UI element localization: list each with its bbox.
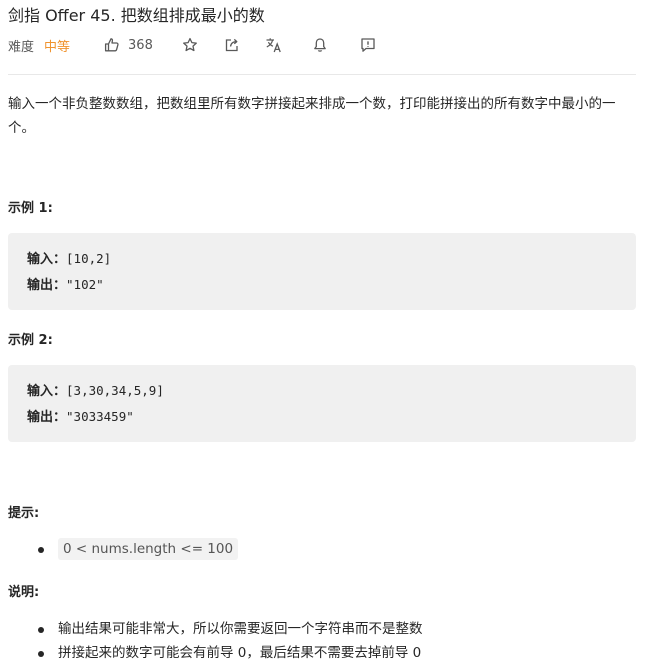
- output-value: "3033459": [66, 409, 134, 424]
- subscribe-button[interactable]: [309, 34, 331, 56]
- like-count: 368: [128, 37, 153, 53]
- difficulty-label: 难度: [8, 39, 35, 55]
- difficulty-badge: 中等: [44, 39, 71, 55]
- share-button[interactable]: [221, 34, 243, 56]
- translate-icon: [266, 38, 281, 53]
- input-label: 输入：: [27, 252, 67, 267]
- example-2-block: 输入：[3,30,34,5,9] 输出："3033459": [8, 365, 636, 442]
- problem-meta-bar: 难度 中等 368: [8, 34, 379, 56]
- hints-list: 0 < nums.length <= 100: [8, 537, 239, 561]
- constraint-code: 0 < nums.length <= 100: [58, 538, 239, 560]
- feedback-icon: [361, 38, 375, 52]
- like-button[interactable]: 368: [104, 37, 153, 53]
- hints-heading: 提示:: [8, 506, 40, 521]
- input-value: [10,2]: [66, 251, 112, 266]
- problem-page: 剑指 Offer 45. 把数组排成最小的数 难度 中等 368 输入一个非负整…: [0, 0, 647, 671]
- notes-heading: 说明:: [8, 585, 40, 600]
- output-value: "102": [66, 277, 104, 292]
- example-2-heading: 示例 2:: [8, 333, 53, 348]
- feedback-button[interactable]: [357, 34, 379, 56]
- share-icon: [225, 38, 238, 52]
- output-label: 输出：: [27, 278, 67, 293]
- output-label: 输出：: [27, 410, 67, 425]
- list-item: 输出结果可能非常大，所以你需要返回一个字符串而不是整数: [8, 617, 423, 641]
- example-2-output: 输出："3033459": [27, 406, 134, 425]
- notes-list: 输出结果可能非常大，所以你需要返回一个字符串而不是整数 拼接起来的数字可能会有前…: [8, 617, 423, 665]
- problem-description: 输入一个非负整数数组，把数组里所有数字拼接起来排成一个数，打印能拼接出的所有数字…: [8, 96, 616, 136]
- list-item: 0 < nums.length <= 100: [8, 537, 239, 561]
- input-label: 输入：: [27, 384, 67, 399]
- example-1-output: 输出："102": [27, 274, 104, 293]
- input-value: [3,30,34,5,9]: [66, 383, 164, 398]
- example-1-block: 输入：[10,2] 输出："102": [8, 233, 636, 310]
- favorite-button[interactable]: [179, 34, 201, 56]
- star-icon: [182, 37, 197, 52]
- example-1-heading: 示例 1:: [8, 201, 53, 216]
- example-1-input: 输入：[10,2]: [27, 248, 111, 267]
- thumbs-up-icon: [104, 38, 119, 52]
- bell-icon: [314, 38, 326, 52]
- problem-title: 剑指 Offer 45. 把数组排成最小的数: [8, 6, 265, 25]
- header-divider: [8, 74, 636, 75]
- translate-button[interactable]: [263, 34, 285, 56]
- list-item: 拼接起来的数字可能会有前导 0，最后结果不需要去掉前导 0: [8, 641, 423, 665]
- example-2-input: 输入：[3,30,34,5,9]: [27, 380, 164, 399]
